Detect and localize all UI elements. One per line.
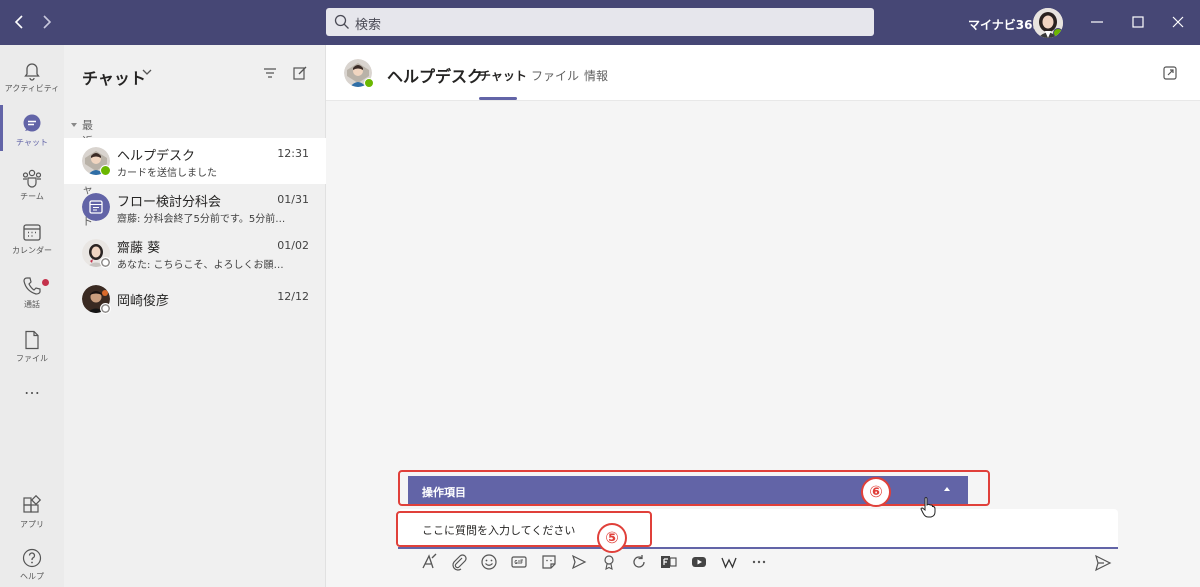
rail-item-apps[interactable]: アプリ [0,487,64,543]
conversation-pane: ヘルプデスク チャット ファイル 情報 操作項目 ⑥ ここに質問を入力してくださ… [326,45,1200,587]
chat-time: 01/02 [277,239,309,252]
conversation-header: ヘルプデスク チャット ファイル 情報 [326,45,1200,101]
pop-out-icon[interactable] [1162,65,1178,81]
chat-name: ヘルプデスク [117,149,196,164]
chat-time: 12:31 [277,147,309,160]
annotation-number: ⑤ [597,523,627,553]
rail-label: チーム [20,192,44,201]
annotation-highlight [398,470,990,506]
presence-available-icon [364,78,374,88]
chevron-down-icon[interactable] [140,65,154,79]
rail-item-calendar[interactable]: カレンダー [0,213,64,269]
conversation-title: ヘルプデスク [387,67,484,86]
teams-icon [22,169,42,188]
rail-label: カレンダー [12,246,52,255]
praise-icon[interactable] [600,553,618,571]
loop-icon[interactable] [630,553,648,571]
caret-down-icon [71,123,77,127]
meeting-avatar [82,193,110,221]
rail-label: アプリ [20,520,44,529]
rail-label: アクティビティ [4,84,60,93]
presence-offline-icon [100,303,111,314]
chat-list-item[interactable]: ヘルプデスク 12:31 カードを送信しました [64,138,326,184]
close-icon [1172,16,1184,28]
rail-item-activity[interactable]: アクティビティ [0,51,64,107]
chat-list-item[interactable]: 岡崎俊彦 12/12 [64,276,326,322]
chat-icon [23,114,41,132]
chat-list-item[interactable]: 齋藤 葵 01/02 あなた: こちらこそ、よろしくお願いします。 [64,230,326,276]
more-apps-button[interactable]: … [0,375,64,405]
annotation-number: ⑥ [861,477,891,507]
attach-icon[interactable] [450,553,468,571]
send-icon[interactable] [1094,554,1112,572]
phone-icon [23,277,41,295]
tab-info[interactable]: 情報 [584,67,608,84]
rail-item-teams[interactable]: チーム [0,159,64,215]
rail-item-files[interactable]: ファイル [0,321,64,377]
notification-dot [42,279,49,286]
presence-available-icon [1053,28,1063,38]
meet-now-icon[interactable] [570,553,588,571]
new-chat-icon[interactable] [292,65,308,81]
chat-name: フロー検討分科会 [117,195,222,210]
tab-active-indicator [479,97,517,100]
rail-label: ファイル [16,354,48,363]
forms-icon[interactable] [660,553,678,571]
chat-preview: カードを送信しました [117,168,217,179]
chat-time: 01/31 [277,193,309,206]
emoji-icon[interactable] [480,553,498,571]
app-bar: アクティビティ チャット チーム カレンダー 通話 ファイル … アプリ ヘルプ [0,45,64,587]
account-name[interactable]: マイナビ365 [968,16,1041,33]
rail-label: チャット [16,138,48,147]
wikipedia-icon[interactable] [720,553,738,571]
rail-label: 通話 [24,300,40,309]
chat-preview: あなた: こちらこそ、よろしくお願いします。 [117,260,293,271]
apps-icon [23,495,42,513]
chevron-left-icon [14,15,23,29]
help-icon [22,548,42,568]
format-icon[interactable] [420,553,438,571]
search-icon [334,14,349,29]
chat-list-pane: チャット 最近のチャット ヘルプデスク 12:31 カードを送信しました フロー… [64,45,326,587]
sticker-icon[interactable] [540,553,558,571]
maximize-icon [1132,16,1144,28]
search-input[interactable]: 検索 [326,8,874,36]
search-placeholder: 検索 [355,18,382,33]
back-button[interactable] [10,12,30,32]
chat-name: 岡崎俊彦 [117,294,170,309]
chat-time: 12/12 [277,290,309,303]
youtube-icon[interactable] [690,553,708,571]
tab-files[interactable]: ファイル [531,67,579,84]
hand-cursor-icon [920,497,936,518]
file-icon [25,330,39,350]
more-options-icon[interactable] [750,553,768,571]
chat-list-item[interactable]: フロー検討分科会 01/31 齋藤: 分科会終了5分前です。5分前です。 [64,184,326,230]
tab-chat[interactable]: チャット [479,67,527,84]
calendar-icon [23,224,41,241]
rail-item-calls[interactable]: 通話 [0,267,64,323]
avatar[interactable] [1033,8,1063,38]
bell-icon [24,63,40,81]
rail-item-help[interactable]: ヘルプ [0,539,64,587]
presence-offline-icon [100,257,111,268]
more-icon: … [24,379,40,398]
chevron-right-icon [43,15,52,29]
filter-icon[interactable] [262,65,278,81]
chat-name: 齋藤 葵 [117,241,161,256]
maximize-button[interactable] [1126,10,1150,34]
chat-list-title[interactable]: チャット [82,65,146,89]
forward-button[interactable] [36,12,56,32]
rail-label: ヘルプ [20,572,44,581]
minimize-button[interactable] [1085,10,1109,34]
gif-icon[interactable] [510,553,528,571]
presence-available-icon [100,165,111,176]
close-button[interactable] [1166,10,1190,34]
title-bar: 検索 マイナビ365 [0,0,1200,45]
minimize-icon [1091,21,1103,23]
chat-preview: 齋藤: 分科会終了5分前です。5分前です。 [117,214,293,225]
rail-item-chat[interactable]: チャット [0,105,64,161]
